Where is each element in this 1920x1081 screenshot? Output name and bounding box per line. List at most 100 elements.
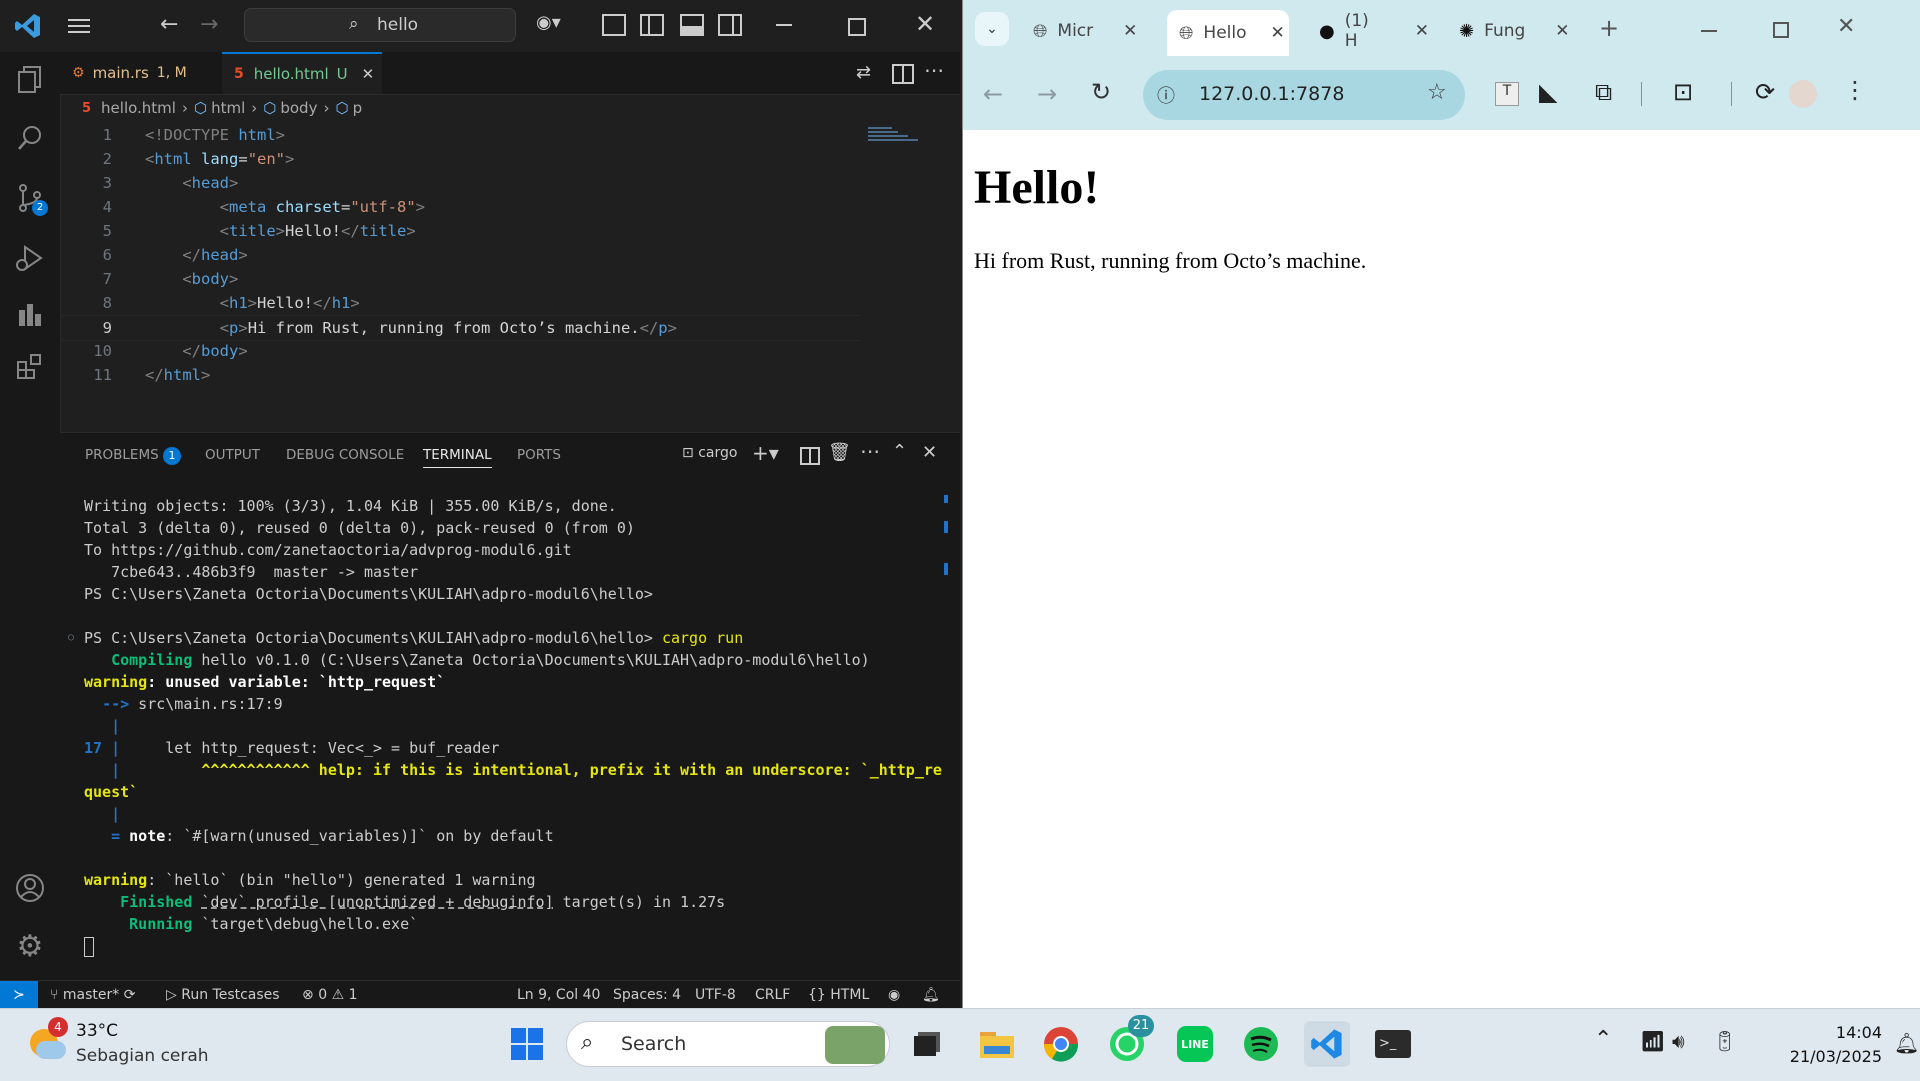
new-terminal-icon[interactable]: +▾: [752, 441, 779, 465]
vscode-taskbar-icon[interactable]: [1304, 1021, 1350, 1067]
weather-desc[interactable]: Sebagian cerah: [76, 1046, 209, 1066]
extensions-icon[interactable]: [14, 350, 46, 382]
battery-icon[interactable]: 🔋︎: [1712, 1029, 1737, 1053]
notification-bell-icon[interactable]: 🔔︎: [1894, 1031, 1919, 1055]
more-actions-icon[interactable]: ⋯: [924, 58, 944, 82]
volume-icon[interactable]: 🔊︎: [1672, 1029, 1685, 1053]
toggle-panel-icon[interactable]: [680, 14, 704, 36]
tab-hello-html[interactable]: 5 hello.html U ✕: [222, 52, 382, 94]
close-icon[interactable]: ✕: [915, 10, 935, 38]
gear-icon[interactable]: ⚙: [14, 929, 46, 964]
minimize-icon[interactable]: [1701, 30, 1717, 32]
open-changes-icon[interactable]: ⇄: [856, 62, 871, 83]
trash-icon[interactable]: 🗑: [828, 442, 851, 463]
tab-output[interactable]: OUTPUT: [205, 433, 260, 477]
search-icon[interactable]: [14, 122, 46, 154]
bookmark-star-icon[interactable]: ☆: [1427, 80, 1447, 105]
close-tab-icon[interactable]: ✕: [1415, 21, 1429, 41]
chevron-up-icon[interactable]: ⌃: [1594, 1027, 1612, 1052]
run-testcases-button[interactable]: ▷ Run Testcases: [166, 981, 280, 1009]
more-actions-icon[interactable]: ⋯: [860, 439, 880, 463]
source-control-icon[interactable]: 2: [14, 182, 48, 216]
tab-debug-console[interactable]: DEBUG CONSOLE: [286, 433, 404, 477]
forward-arrow-icon[interactable]: →: [1037, 80, 1057, 108]
terminal-link[interactable]: `dev` profile [unoptimized + debuginfo]: [201, 893, 553, 911]
indentation[interactable]: Spaces: 4: [613, 981, 681, 1009]
chrome-icon[interactable]: [1038, 1021, 1084, 1067]
weather-widget-icon[interactable]: 4: [26, 1017, 68, 1063]
reload-icon[interactable]: ↻: [1091, 78, 1111, 106]
remote-icon[interactable]: ≻: [0, 981, 38, 1009]
bell-icon[interactable]: 🔔︎: [922, 981, 940, 1009]
cursor-position[interactable]: Ln 9, Col 40: [517, 981, 600, 1009]
file-explorer-icon[interactable]: [974, 1021, 1020, 1067]
close-icon[interactable]: ✕: [1837, 14, 1855, 39]
close-tab-icon[interactable]: ✕: [1271, 23, 1285, 43]
terminal-app-icon[interactable]: >_: [1370, 1021, 1416, 1067]
chrome-tab[interactable]: ● (1) H ✕: [1319, 10, 1429, 52]
account-icon[interactable]: [14, 872, 46, 904]
tab-terminal[interactable]: TERMINAL: [423, 433, 492, 477]
close-panel-icon[interactable]: ✕: [922, 442, 937, 463]
clock-time[interactable]: 14:04: [1810, 1023, 1882, 1042]
minimize-icon[interactable]: [776, 24, 792, 26]
kebab-menu-icon[interactable]: ⋮: [1843, 76, 1867, 104]
task-view-icon[interactable]: [904, 1021, 950, 1067]
split-editor-icon[interactable]: [892, 64, 914, 84]
spotify-icon[interactable]: [1238, 1021, 1284, 1067]
chrome-tab[interactable]: ✺ Fung ✕: [1459, 10, 1570, 52]
explorer-icon[interactable]: [14, 64, 46, 96]
clock-date[interactable]: 21/03/2025: [1760, 1047, 1882, 1066]
encoding[interactable]: UTF-8: [695, 981, 736, 1009]
avatar[interactable]: [1789, 80, 1817, 108]
copilot-status-icon[interactable]: ◉: [888, 981, 900, 1009]
close-tab-icon[interactable]: ✕: [1555, 21, 1569, 41]
chrome-tab-active[interactable]: 🌐︎ Hello ✕: [1167, 10, 1289, 56]
back-arrow-icon[interactable]: ←: [983, 80, 1003, 108]
breadcrumb-item[interactable]: hello.html: [101, 99, 176, 117]
tab-ports[interactable]: PORTS: [517, 433, 561, 477]
whatsapp-icon[interactable]: 21: [1104, 1015, 1154, 1067]
screenshot-icon[interactable]: ⊡: [1673, 78, 1693, 106]
copilot-icon[interactable]: ◉▾: [536, 12, 578, 38]
terminal-output[interactable]: Writing objects: 100% (3/3), 1.04 KiB | …: [68, 495, 944, 957]
toggle-sidebar-icon[interactable]: [640, 14, 664, 36]
forward-arrow-icon[interactable]: →: [200, 12, 218, 37]
split-terminal-icon[interactable]: [800, 447, 820, 465]
language-mode[interactable]: {} HTML: [808, 981, 869, 1009]
terminal-selector[interactable]: ⊡ cargo: [682, 445, 737, 461]
performance-icon[interactable]: ⟳: [1755, 78, 1775, 106]
taskbar-search[interactable]: ⌕ Search: [566, 1021, 890, 1067]
weather-temp[interactable]: 33°C: [76, 1021, 118, 1041]
breadcrumb-item[interactable]: body: [280, 99, 317, 117]
chrome-tab[interactable]: 🌐︎ Micr ✕: [1033, 10, 1143, 52]
address-bar[interactable]: ⓘ 127.0.0.1:7878 ☆: [1143, 70, 1465, 120]
minimap[interactable]: [868, 125, 924, 145]
tab-search-chevron-icon[interactable]: ⌄: [975, 12, 1009, 46]
problems-indicator[interactable]: ⊗ 0 ⚠ 1: [302, 981, 358, 1009]
line-ending[interactable]: CRLF: [755, 981, 790, 1009]
branch-indicator[interactable]: ⑂ master* ⟳: [50, 981, 135, 1009]
breadcrumb-item[interactable]: html: [211, 99, 245, 117]
maximize-icon[interactable]: [848, 18, 866, 36]
back-arrow-icon[interactable]: ←: [160, 12, 178, 37]
toggle-secondary-sidebar-icon[interactable]: [718, 14, 742, 36]
maximize-panel-icon[interactable]: ⌃: [892, 441, 907, 462]
windows-start-icon[interactable]: [504, 1021, 550, 1067]
tab-main-rs[interactable]: ⚙ main.rs 1, M: [60, 52, 220, 94]
extension-t-icon[interactable]: T: [1495, 82, 1519, 106]
extension-dark-icon[interactable]: ◣: [1539, 78, 1557, 106]
extensions-puzzle-icon[interactable]: ⧉: [1595, 78, 1612, 106]
tab-problems[interactable]: PROBLEMS 1: [85, 433, 181, 477]
line-app-icon[interactable]: LINE: [1172, 1021, 1218, 1067]
wifi-icon[interactable]: 📶︎: [1640, 1029, 1665, 1053]
close-tab-icon[interactable]: ✕: [362, 65, 375, 83]
run-debug-icon[interactable]: [14, 242, 46, 274]
new-tab-icon[interactable]: +: [1599, 14, 1619, 42]
command-center-search[interactable]: ⌕ hello: [244, 8, 516, 42]
code-editor[interactable]: 1 <!DOCTYPE html> 2 <html lang="en"> 3 <he…: [60, 121, 940, 431]
chart-icon[interactable]: [14, 298, 46, 330]
breadcrumb-item[interactable]: p: [353, 99, 363, 117]
site-info-icon[interactable]: ⓘ: [1157, 82, 1175, 108]
close-tab-icon[interactable]: ✕: [1123, 21, 1137, 41]
